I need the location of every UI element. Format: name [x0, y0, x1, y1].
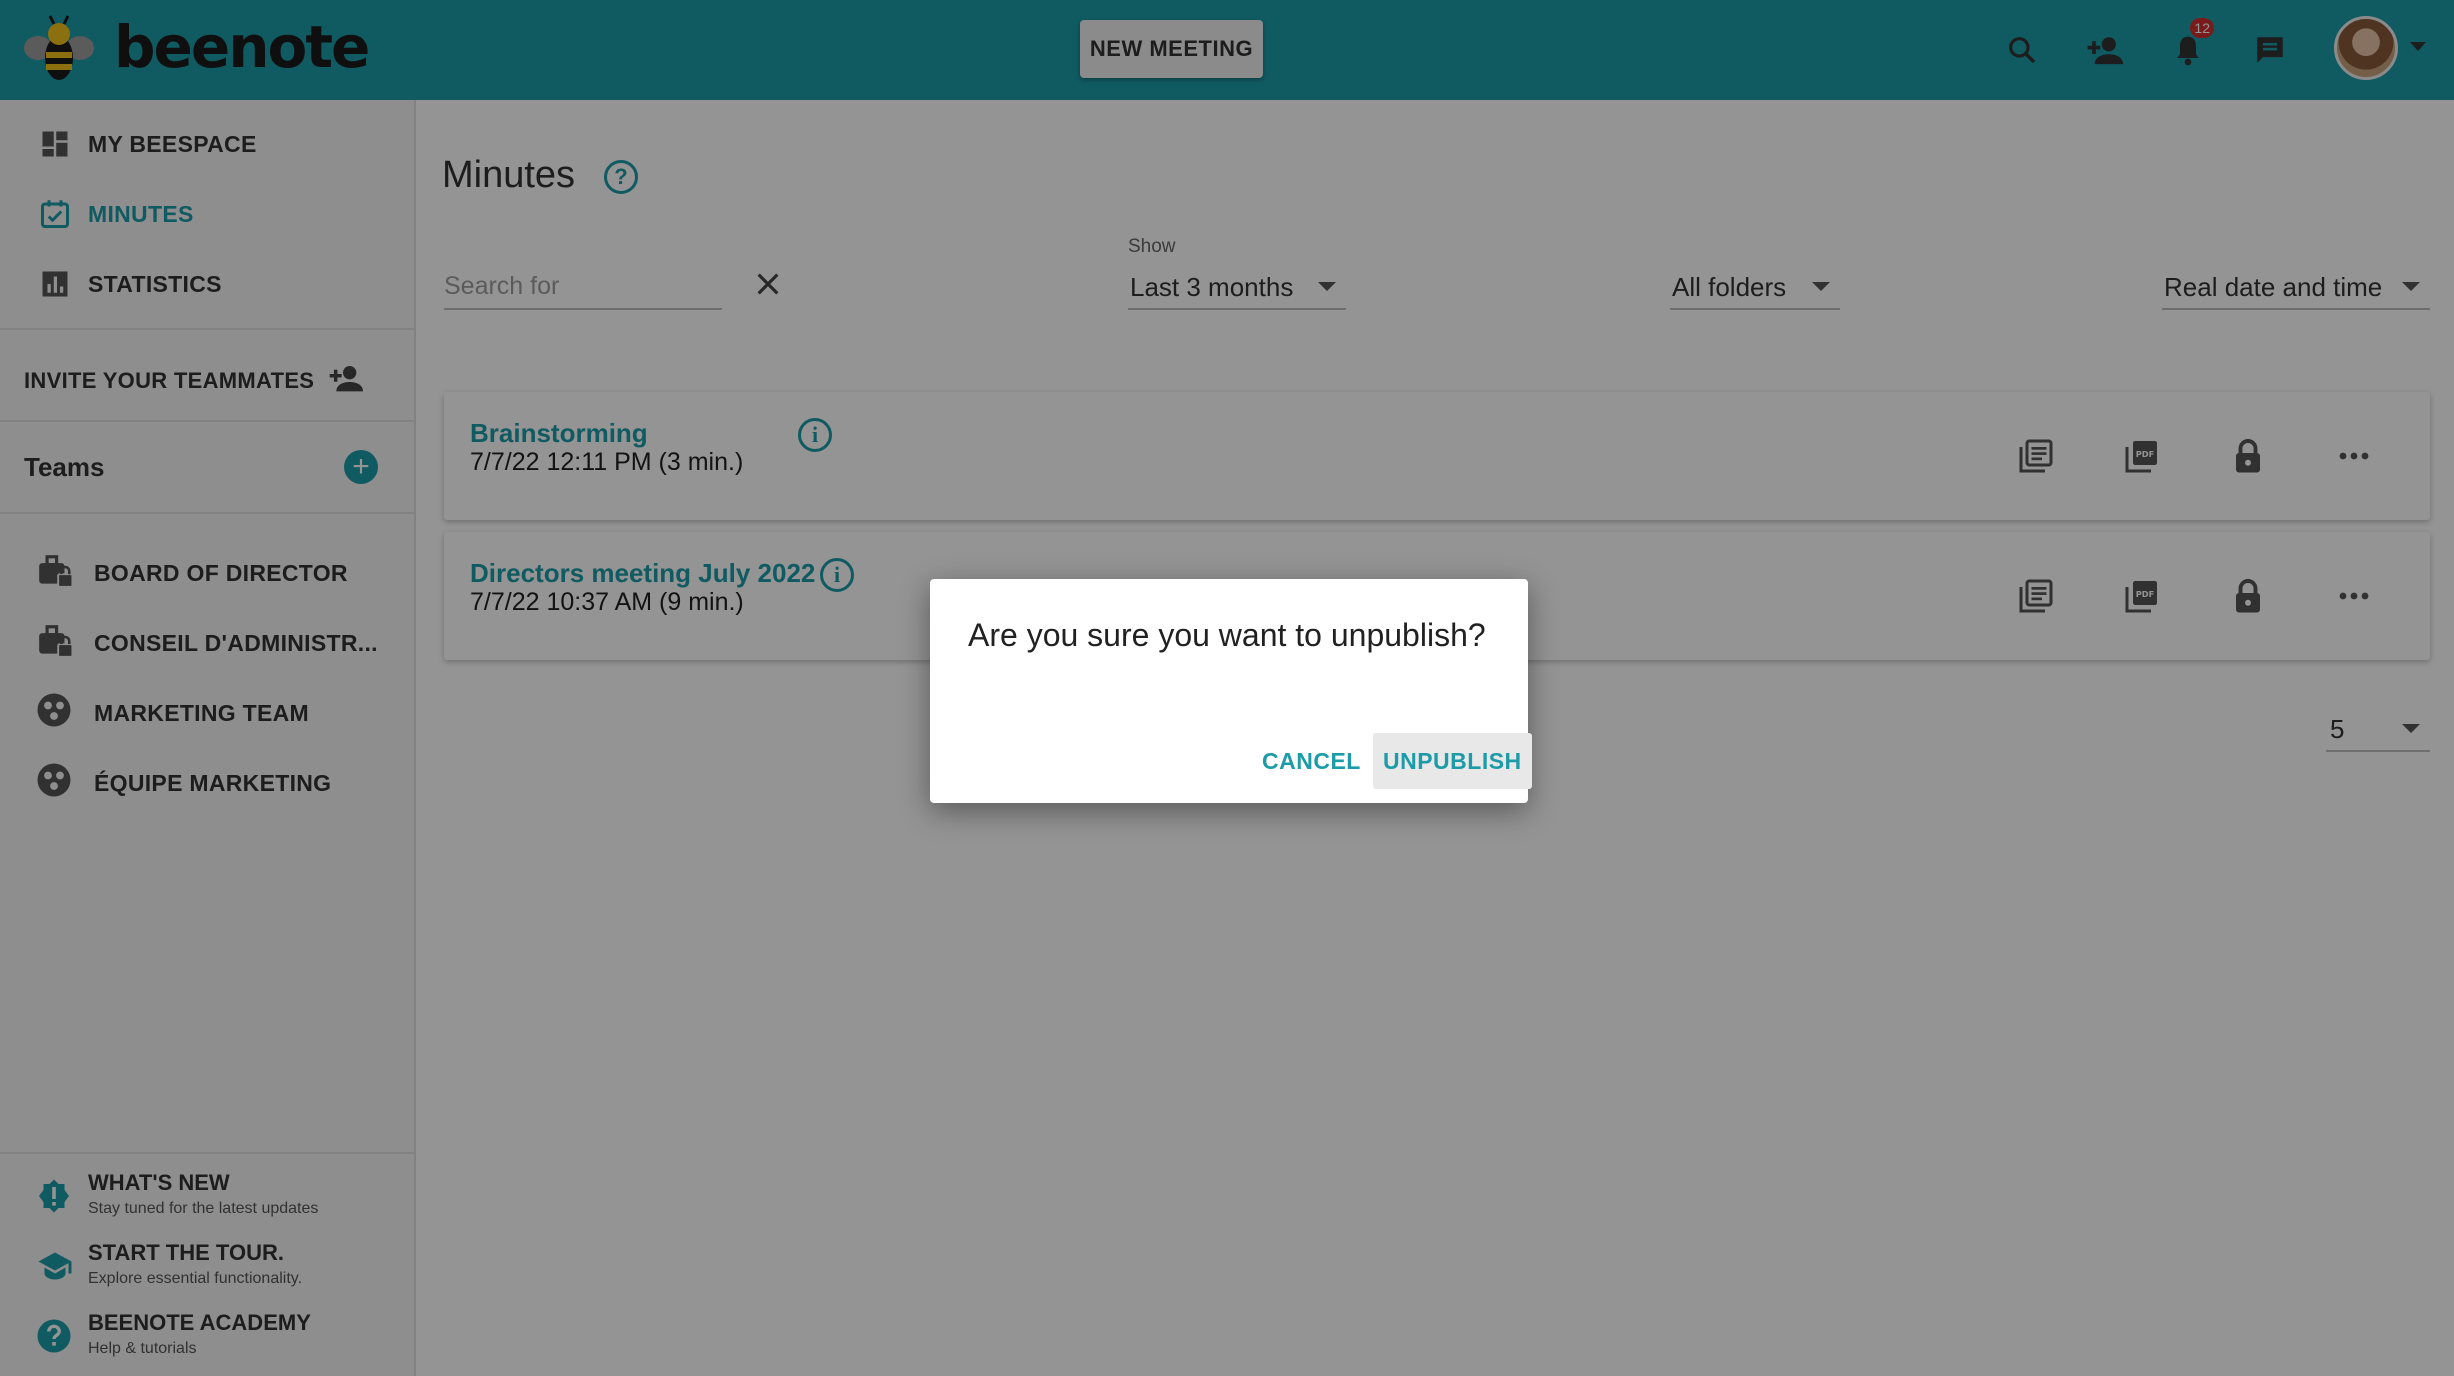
dialog-message: Are you sure you want to unpublish? — [968, 617, 1486, 653]
unpublish-button[interactable]: UNPUBLISH — [1373, 733, 1532, 789]
cancel-button[interactable]: CANCEL — [1252, 733, 1371, 789]
unpublish-confirm-dialog: Are you sure you want to unpublish? CANC… — [930, 579, 1532, 803]
